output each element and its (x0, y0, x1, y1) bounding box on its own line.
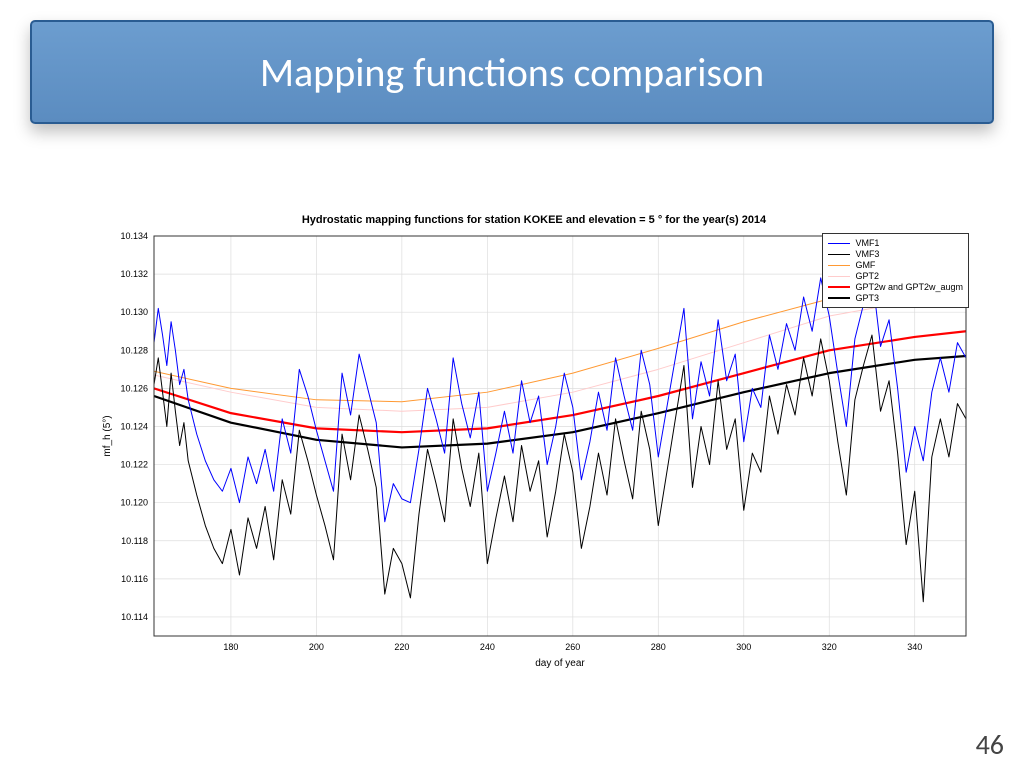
slide-title: Mapping functions comparison (260, 48, 764, 97)
legend-swatch (828, 265, 850, 266)
svg-text:10.116: 10.116 (121, 574, 148, 584)
svg-text:10.124: 10.124 (120, 421, 148, 431)
legend-label: VMF1 (855, 238, 879, 248)
legend-label: GPT2w and GPT2w_augm (855, 282, 963, 292)
svg-text:200: 200 (309, 642, 324, 652)
svg-text:320: 320 (822, 642, 837, 652)
svg-text:340: 340 (907, 642, 922, 652)
slide-number: 46 (976, 727, 1004, 762)
svg-text:10.130: 10.130 (120, 307, 148, 317)
svg-text:10.114: 10.114 (121, 612, 148, 622)
plot-wrap: 180 200 220 240 260 280 300 320 340 10.114 10.116 1… (96, 230, 972, 670)
svg-text:10.120: 10.120 (120, 498, 148, 508)
legend-item: VMF3 (828, 249, 963, 259)
legend-item: GPT3 (828, 293, 963, 303)
svg-text:10.118: 10.118 (121, 536, 148, 546)
svg-text:180: 180 (223, 642, 238, 652)
legend-swatch (828, 254, 850, 255)
legend-label: GPT3 (855, 293, 879, 303)
svg-text:10.134: 10.134 (120, 231, 148, 241)
legend-swatch (828, 276, 850, 277)
svg-text:10.126: 10.126 (120, 383, 148, 393)
legend-swatch (828, 297, 850, 299)
svg-text:10.122: 10.122 (120, 460, 148, 470)
legend-swatch (828, 243, 850, 244)
legend-item: GPT2 (828, 271, 963, 281)
legend-label: GPT2 (855, 271, 879, 281)
svg-text:300: 300 (736, 642, 751, 652)
chart: Hydrostatic mapping functions for statio… (96, 214, 972, 680)
svg-text:mf_h (5°): mf_h (5°) (102, 415, 113, 456)
legend-label: VMF3 (855, 249, 879, 259)
legend-item: VMF1 (828, 238, 963, 248)
legend-item: GMF (828, 260, 963, 270)
legend-item: GPT2w and GPT2w_augm (828, 282, 963, 292)
svg-text:220: 220 (394, 642, 409, 652)
legend-swatch (828, 286, 850, 288)
svg-text:10.128: 10.128 (120, 345, 148, 355)
svg-text:day of year: day of year (535, 658, 585, 669)
legend-label: GMF (855, 260, 875, 270)
title-bar: Mapping functions comparison (30, 20, 994, 124)
slide: Mapping functions comparison Hydrostatic… (0, 0, 1024, 768)
svg-text:280: 280 (651, 642, 666, 652)
svg-text:10.132: 10.132 (120, 269, 148, 279)
legend: VMF1VMF3GMFGPT2GPT2w and GPT2w_augmGPT3 (822, 233, 969, 308)
svg-text:260: 260 (565, 642, 580, 652)
chart-title: Hydrostatic mapping functions for statio… (96, 214, 972, 226)
svg-text:240: 240 (480, 642, 495, 652)
